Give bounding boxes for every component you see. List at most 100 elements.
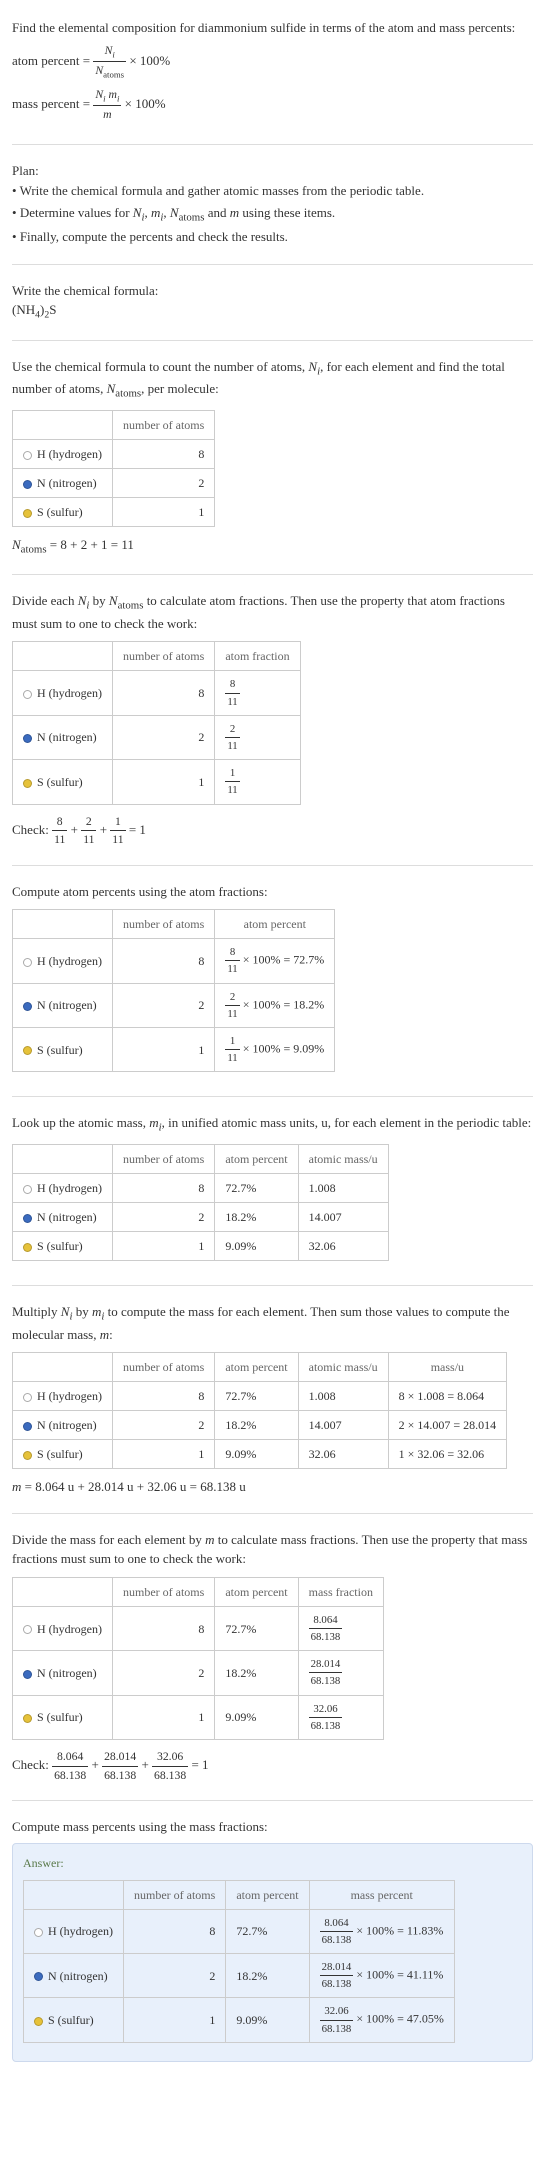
element-name: H (hydrogen) bbox=[37, 954, 102, 968]
step-text: Look up the atomic mass, mi, in unified … bbox=[12, 1113, 533, 1136]
cell-value: 1 bbox=[112, 760, 214, 804]
step-text: Use the chemical formula to count the nu… bbox=[12, 357, 533, 403]
cell-value: 811 × 100% = 72.7% bbox=[215, 939, 335, 983]
col-header: number of atoms bbox=[112, 411, 214, 440]
element-name: S (sulfur) bbox=[37, 1710, 83, 1724]
element-dot-icon bbox=[23, 1393, 32, 1402]
table-row: N (nitrogen)218.2%28.01468.138 × 100% = … bbox=[24, 1954, 455, 1998]
plan-item: Finally, compute the percents and check … bbox=[12, 226, 533, 248]
question-text: Find the elemental composition for diamm… bbox=[12, 18, 533, 38]
table-header-row: number of atoms bbox=[13, 411, 215, 440]
col-header: number of atoms bbox=[112, 1577, 214, 1606]
check-equation: Check: 811 + 211 + 111 = 1 bbox=[12, 813, 533, 849]
element-name: H (hydrogen) bbox=[37, 686, 102, 700]
answer-box: Answer: number of atomsatom percentmass … bbox=[12, 1843, 533, 2062]
cell-value: 211 × 100% = 18.2% bbox=[215, 983, 335, 1027]
step-text: Compute mass percents using the mass fra… bbox=[12, 1817, 533, 1837]
table-header-row: number of atomsatom percentmass fraction bbox=[13, 1577, 384, 1606]
fraction: 811 bbox=[225, 676, 239, 709]
cell-value: 8 bbox=[112, 440, 214, 469]
cell-value: 2 bbox=[112, 983, 214, 1027]
element-name: S (sulfur) bbox=[37, 1239, 83, 1253]
atom-fractions-table: number of atomsatom fraction H (hydrogen… bbox=[12, 641, 301, 804]
cell-value: 111 × 100% = 9.09% bbox=[215, 1027, 335, 1071]
fraction: 32.0668.138 bbox=[309, 1701, 343, 1734]
divider bbox=[12, 1096, 533, 1097]
atomic-mass-table: number of atomsatom percentatomic mass/u… bbox=[12, 1144, 389, 1261]
cell-value: 8 bbox=[112, 939, 214, 983]
plan-title: Plan: bbox=[12, 161, 533, 181]
atom-percent-label: atom percent = bbox=[12, 52, 93, 67]
table-row: S (sulfur)1 bbox=[13, 498, 215, 527]
atoms-table: number of atoms H (hydrogen) 8 N (nitroge… bbox=[12, 410, 215, 527]
col-header: mass fraction bbox=[298, 1577, 383, 1606]
table-row: H (hydrogen)872.7%1.008 bbox=[13, 1174, 389, 1203]
plan-item: Write the chemical formula and gather at… bbox=[12, 180, 533, 202]
element-name: H (hydrogen) bbox=[37, 1389, 102, 1403]
cell-value: 8 bbox=[112, 671, 214, 715]
element-name: H (hydrogen) bbox=[37, 1181, 102, 1195]
table-row: S (sulfur)19.09%32.06 bbox=[13, 1232, 389, 1261]
mass-percents-block: Compute mass percents using the mass fra… bbox=[12, 1807, 533, 2072]
table-header-row: number of atomsatom percentatomic mass/u… bbox=[13, 1353, 507, 1382]
fraction: Ni Natoms bbox=[93, 42, 126, 82]
mass-percent-label: mass percent = bbox=[12, 96, 93, 111]
divider bbox=[12, 144, 533, 145]
answer-label: Answer: bbox=[23, 1854, 522, 1872]
element-name: N (nitrogen) bbox=[37, 1210, 97, 1224]
col-header: atom percent bbox=[215, 1577, 298, 1606]
table-header-row: number of atomsatom percentmass percent bbox=[24, 1880, 455, 1909]
table-header-row: number of atomsatom percent bbox=[13, 910, 335, 939]
mass-table: number of atomsatom percentatomic mass/u… bbox=[12, 1352, 507, 1469]
atom-percents-table: number of atomsatom percent H (hydrogen)… bbox=[12, 909, 335, 1072]
table-row: N (nitrogen)218.2%14.007 bbox=[13, 1203, 389, 1232]
table-row: N (nitrogen)218.2%28.01468.138 bbox=[13, 1651, 384, 1695]
element-dot-icon bbox=[34, 2017, 43, 2026]
element-dot-icon bbox=[23, 509, 32, 518]
table-row: N (nitrogen)2 bbox=[13, 469, 215, 498]
element-dot-icon bbox=[23, 1422, 32, 1431]
col-header: atom percent bbox=[226, 1880, 309, 1909]
table-row: H (hydrogen)872.7%8.06468.138 × 100% = 1… bbox=[24, 1909, 455, 1953]
element-name: S (sulfur) bbox=[37, 505, 83, 519]
element-name: H (hydrogen) bbox=[37, 447, 102, 461]
col-header: atom percent bbox=[215, 1145, 298, 1174]
divider bbox=[12, 340, 533, 341]
element-name: H (hydrogen) bbox=[48, 1924, 113, 1938]
element-name: N (nitrogen) bbox=[48, 1969, 108, 1983]
atom-fractions-block: Divide each Ni by Natoms to calculate at… bbox=[12, 581, 533, 859]
element-dot-icon bbox=[23, 451, 32, 460]
step-text: Compute atom percents using the atom fra… bbox=[12, 882, 533, 902]
table-row: S (sulfur)1111 × 100% = 9.09% bbox=[13, 1027, 335, 1071]
col-header: number of atoms bbox=[112, 642, 214, 671]
element-dot-icon bbox=[23, 1670, 32, 1679]
check-label: Check: bbox=[12, 822, 52, 837]
element-dot-icon bbox=[23, 480, 32, 489]
divider bbox=[12, 1285, 533, 1286]
divider bbox=[12, 574, 533, 575]
element-name: S (sulfur) bbox=[37, 1447, 83, 1461]
fraction: 111 bbox=[225, 765, 239, 798]
col-header: atom percent bbox=[215, 1353, 298, 1382]
cell-value: 2 bbox=[112, 469, 214, 498]
col-header: mass percent bbox=[309, 1880, 454, 1909]
answer-table: number of atomsatom percentmass percent … bbox=[23, 1880, 455, 2043]
step-text: Divide the mass for each element by m to… bbox=[12, 1530, 533, 1569]
cell-value: 28.01468.138 × 100% = 41.11% bbox=[309, 1954, 454, 1998]
mass-fractions-table: number of atomsatom percentmass fraction… bbox=[12, 1577, 384, 1740]
element-dot-icon bbox=[23, 958, 32, 967]
table-row: H (hydrogen)872.7%8.06468.138 bbox=[13, 1606, 384, 1650]
col-header: number of atoms bbox=[112, 1353, 214, 1382]
check-label: Check: bbox=[12, 1757, 52, 1772]
element-dot-icon bbox=[23, 734, 32, 743]
element-name: S (sulfur) bbox=[37, 775, 83, 789]
mass-percent-formula: mass percent = Ni mi m × 100% bbox=[12, 86, 533, 124]
table-row: H (hydrogen) 8811 × 100% = 72.7% bbox=[13, 939, 335, 983]
mass-fractions-block: Divide the mass for each element by m to… bbox=[12, 1520, 533, 1794]
table-row: S (sulfur)19.09%32.0668.138 bbox=[13, 1695, 384, 1739]
element-dot-icon bbox=[23, 1714, 32, 1723]
count-atoms-block: Use the chemical formula to count the nu… bbox=[12, 347, 533, 568]
col-header: number of atoms bbox=[123, 1880, 225, 1909]
atom-percents-block: Compute atom percents using the atom fra… bbox=[12, 872, 533, 1091]
element-name: N (nitrogen) bbox=[37, 998, 97, 1012]
